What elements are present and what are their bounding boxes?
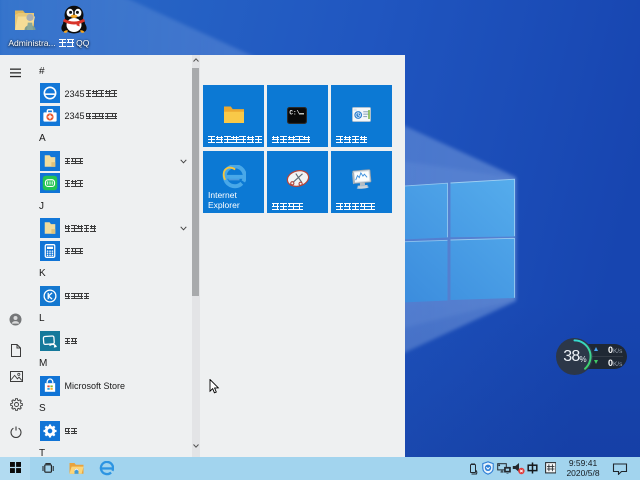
- svg-text:C:\: C:\: [289, 109, 300, 116]
